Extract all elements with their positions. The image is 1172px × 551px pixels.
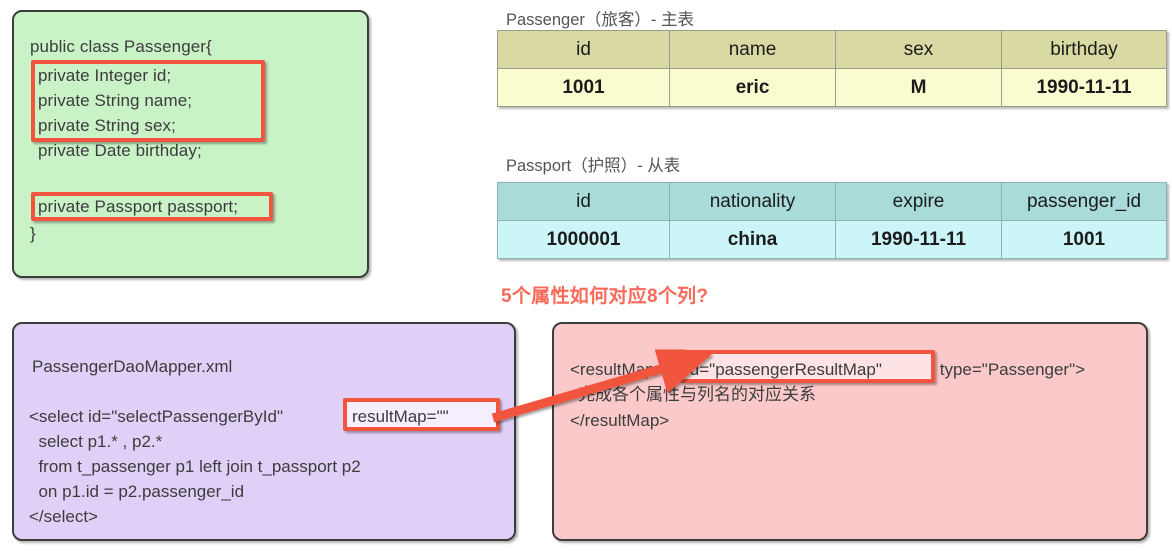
passport-field-highlight-box	[31, 192, 273, 221]
mapper-filename: PassengerDaoMapper.xml	[32, 357, 233, 376]
table-header-row: id nationality expire passenger_id	[497, 182, 1167, 221]
column-header-birthday: birthday	[1001, 30, 1167, 69]
resultmap-attr-highlight-box	[343, 398, 500, 431]
select-open-tag: <select id="selectPassengerById"	[29, 407, 288, 426]
resultmap-open-tag-prefix: <resultMap	[570, 360, 660, 379]
column-header-id: id	[497, 182, 670, 221]
table-row: 1000001 china 1990-11-11 1001	[497, 220, 1167, 259]
column-header-id: id	[497, 30, 670, 69]
cell-nationality: china	[669, 220, 836, 259]
resultmap-xml-panel: <resultMap id="passengerResultMap" type=…	[552, 322, 1148, 541]
passenger-table-title: Passenger（旅客）- 主表	[506, 11, 694, 29]
mapper-xml-panel: PassengerDaoMapper.xml <select id="selec…	[12, 322, 516, 541]
cell-birthday: 1990-11-11	[1001, 68, 1167, 107]
resultmap-open-tag-suffix: type="Passenger">	[935, 360, 1086, 379]
passport-table-title: Passport（护照）- 从表	[506, 157, 681, 175]
passport-table: id nationality expire passenger_id 10000…	[497, 182, 1167, 259]
resultmap-id-highlight-box	[680, 350, 935, 383]
class-declaration: public class Passenger{	[30, 37, 212, 56]
cell-passenger-id: 1001	[1001, 220, 1167, 259]
question-caption: 5个属性如何对应8个列?	[499, 285, 709, 309]
column-header-passenger-id: passenger_id	[1001, 182, 1167, 221]
table-header-row: id name sex birthday	[497, 30, 1167, 69]
passenger-class-panel: public class Passenger{ private Integer …	[12, 10, 369, 278]
cell-name: eric	[669, 68, 836, 107]
sql-line-select: select p1.* , p2.*	[29, 432, 163, 451]
column-header-nationality: nationality	[669, 182, 836, 221]
column-header-expire: expire	[835, 182, 1002, 221]
field-birthday: private Date birthday;	[38, 141, 202, 160]
class-closing-brace: }	[30, 224, 36, 243]
passenger-table: id name sex birthday 1001 eric M 1990-11…	[497, 30, 1167, 107]
resultmap-description: 完成各个属性与列名的对应关系	[578, 385, 816, 404]
cell-expire: 1990-11-11	[835, 220, 1002, 259]
column-header-name: name	[669, 30, 836, 69]
fields-highlight-box	[31, 60, 265, 142]
sql-line-from: from t_passenger p1 left join t_passport…	[29, 457, 361, 476]
table-row: 1001 eric M 1990-11-11	[497, 68, 1167, 107]
resultmap-close-tag: </resultMap>	[570, 411, 670, 430]
cell-id: 1000001	[497, 220, 670, 259]
select-close-tag: </select>	[29, 507, 98, 526]
cell-sex: M	[835, 68, 1002, 107]
column-header-sex: sex	[835, 30, 1002, 69]
sql-line-on: on p1.id = p2.passenger_id	[29, 482, 245, 501]
cell-id: 1001	[497, 68, 670, 107]
